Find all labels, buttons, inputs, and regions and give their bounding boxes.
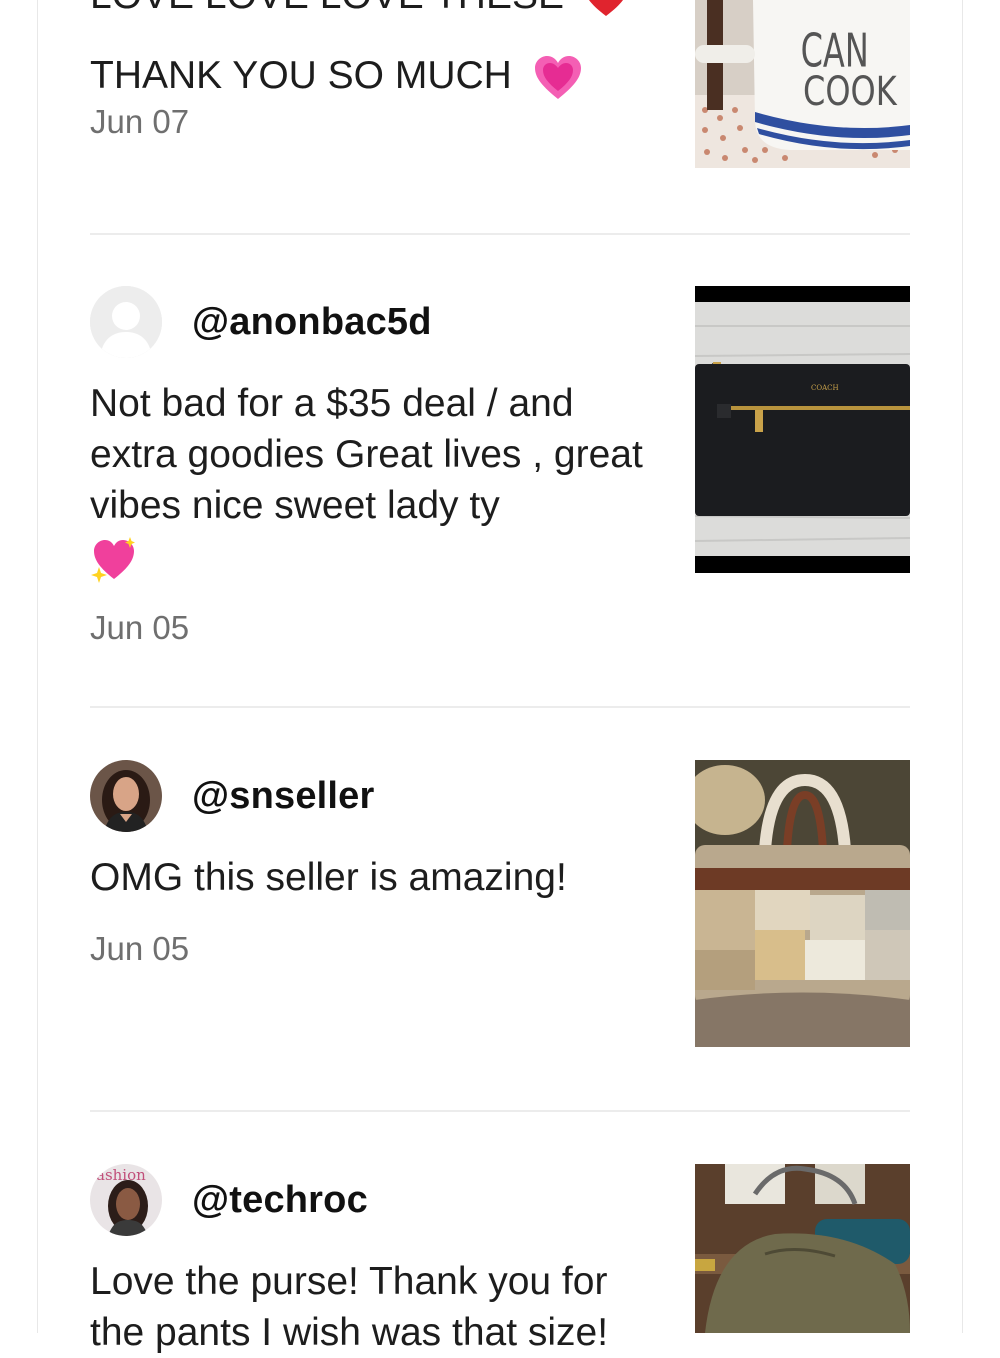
review-divider <box>90 1110 910 1112</box>
red-heart-icon <box>589 0 623 16</box>
review-photo[interactable]: COACH <box>695 286 910 573</box>
review-user[interactable]: ashion @techroc <box>90 1164 368 1236</box>
review-divider <box>90 233 910 235</box>
review-text: OMG this seller is amazing! <box>90 856 567 899</box>
review-date: Jun 05 <box>90 609 190 646</box>
review-text-body: Not bad for a $35 deal / and extra goodi… <box>90 382 643 527</box>
review-item: ashion @techroc Love the purse! Thank yo… <box>90 1164 910 1354</box>
avatar[interactable]: ashion <box>90 1164 162 1236</box>
review-text: LOVE LOVE LOVE THESE THANK YOU SO MUCH <box>90 0 650 101</box>
handbag-photo <box>695 760 910 1047</box>
review-item: @anonbac5d Not bad for a $35 deal / and … <box>90 286 910 706</box>
username[interactable]: @anonbac5d <box>192 301 432 344</box>
review-item: LOVE LOVE LOVE THESE THANK YOU SO MUCH J… <box>90 0 910 234</box>
username[interactable]: @techroc <box>192 1179 368 1222</box>
review-photo[interactable]: CAN COOK <box>695 0 910 168</box>
review-photo[interactable] <box>695 1164 910 1333</box>
mug-text: COOK <box>803 67 898 114</box>
avatar[interactable] <box>90 286 162 358</box>
review-text-line: LOVE LOVE LOVE THESE <box>90 0 564 17</box>
default-user-icon <box>90 286 162 358</box>
user-photo: ashion <box>90 1164 162 1236</box>
avatar-text: ashion <box>96 1166 146 1184</box>
mug-photo: CAN COOK <box>695 0 910 168</box>
review-photo[interactable] <box>695 760 910 1047</box>
review-date: Jun 05 <box>90 930 190 967</box>
username[interactable]: @snseller <box>192 775 375 818</box>
purse-photo <box>695 1164 910 1333</box>
sparkling-heart-icon <box>91 536 135 583</box>
review-item: @snseller OMG this seller is amazing! Ju… <box>90 760 910 1110</box>
review-text: Not bad for a $35 deal / and extra goodi… <box>90 378 650 583</box>
review-user[interactable]: @snseller <box>90 760 375 832</box>
user-photo <box>90 760 162 832</box>
review-text-line: THANK YOU SO MUCH <box>90 54 512 97</box>
growing-heart-icon <box>534 55 581 99</box>
review-text: Love the purse! Thank you for the pants … <box>90 1260 609 1354</box>
review-divider <box>90 706 910 708</box>
wallet-logo: COACH <box>811 384 839 392</box>
wallet-photo: COACH <box>695 286 910 573</box>
review-date: Jun 07 <box>90 103 190 140</box>
avatar[interactable] <box>90 760 162 832</box>
review-user[interactable]: @anonbac5d <box>90 286 432 358</box>
